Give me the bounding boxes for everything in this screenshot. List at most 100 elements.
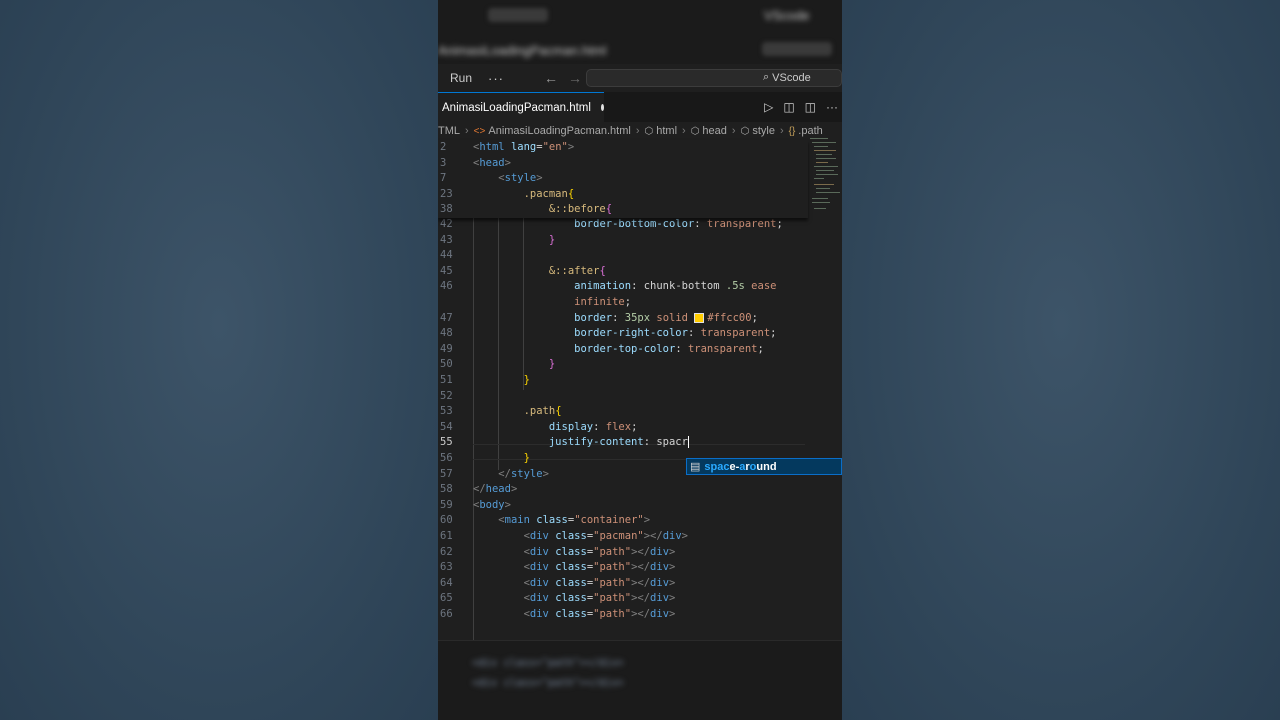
line-number: 61 [440,530,453,542]
line-code: <div class="path"></div> [523,561,676,574]
command-center-search[interactable]: ⌕ VScode [586,69,842,87]
line-code: justify-content: spacr [548,436,689,449]
line-number: 3 [440,156,447,169]
line-number: 63 [440,561,453,574]
sticky-scroll-header[interactable]: 2 <html lang="en"> 3 <head> 7 <style> 23 .pac… [438,140,808,218]
code-line[interactable]: 46 animation: chunk-bottom .5s ease [438,279,808,295]
code-line[interactable]: 43 } [438,233,808,249]
code-line[interactable]: infinite; [438,295,808,311]
editor-tab-bar: AnimasiLoadingPacman.html ▷ ◫ ◫ ··· [438,92,842,122]
run-play-icon[interactable]: ▷ [764,100,773,114]
line-number: 57 [440,467,453,480]
line-number: 42 [440,218,453,230]
code-line[interactable]: 61 <div class="pacman"></div> [438,529,808,545]
code-line[interactable]: 50 } [438,357,808,373]
blurred-tab-label: AnimasiLoadingPacman.html [438,43,607,58]
code-line[interactable]: 52 [438,389,808,405]
code-line[interactable]: 60 <main class="container"> [438,513,808,529]
element-cube-icon: ⬡ [644,125,654,137]
autocomplete-suggestion[interactable]: ▤ spac e-a r o und [686,458,842,475]
element-cube-icon: ⬡ [740,125,750,137]
line-number: 56 [440,452,453,464]
blurred-code-line: <div class="path"></div> [472,657,624,669]
code-line[interactable]: 64 <div class="path"></div> [438,576,808,592]
blurred-actions [762,42,832,56]
line-number: 50 [440,358,453,371]
code-line[interactable]: 53 .path{ [438,404,808,420]
breadcrumb-item-head[interactable]: head [702,125,726,137]
line-code: <div class="pacman"></div> [523,530,688,542]
breadcrumb-item-html[interactable]: html [656,125,677,137]
code-line[interactable]: 7 <style> [438,171,808,187]
blurred-search-label: VScode [764,8,810,23]
code-line[interactable]: 49 border-top-color: transparent; [438,342,808,358]
line-code: display: flex; [548,420,638,433]
line-code: <head> [473,156,511,169]
code-line[interactable]: 63 <div class="path"></div> [438,560,808,576]
code-line[interactable]: 47 border: 35px solid #ffcc00; [438,311,808,327]
line-number: 55 [440,436,453,449]
breadcrumb-item-style[interactable]: style [752,125,775,137]
more-actions-icon[interactable]: ··· [826,100,838,114]
chevron-right-icon: › [779,125,784,137]
line-number: 47 [440,311,453,324]
code-line[interactable]: 59 <body> [438,498,808,514]
line-number: 66 [440,608,453,620]
line-code: animation: chunk-bottom .5s ease [574,280,777,293]
line-code: </head> [473,483,518,496]
code-line[interactable]: 62 <div class="path"></div> [438,545,808,561]
code-line[interactable]: 3 <head> [438,156,808,172]
code-line[interactable]: 54 display: flex; [438,420,808,436]
line-number: 2 [440,141,447,153]
line-number: 43 [440,233,453,246]
split-editor-icon[interactable]: ◫ [805,100,816,114]
suggestion-match: o [749,460,757,473]
code-line[interactable]: 51 } [438,373,808,389]
code-line[interactable]: 2 <html lang="en"> [438,140,808,156]
code-line[interactable]: 65 <div class="path"></div> [438,591,808,607]
video-background-right [842,0,1280,720]
line-code: </style> [498,467,549,480]
line-number: 7 [440,172,447,185]
suggestion-text: e- [729,460,740,473]
breadcrumb-item-file[interactable]: AnimasiLoadingPacman.html [488,125,630,137]
blurred-code-line: <div class="path"></div> [472,677,624,689]
forward-arrow-icon[interactable]: → [568,70,582,86]
line-code: <div class="path"></div> [523,545,676,558]
run-menu[interactable]: Run [450,71,472,85]
code-line[interactable]: 45 &::after{ [438,264,808,280]
line-number: 44 [440,249,453,262]
open-preview-icon[interactable]: ◫ [783,100,794,114]
back-arrow-icon[interactable]: ← [544,70,558,86]
chevron-right-icon: › [731,125,736,137]
line-number: 54 [440,420,453,433]
code-line[interactable]: 44 [438,248,808,264]
line-number: 23 [440,187,453,200]
line-code: &::before{ [548,203,613,216]
line-number: 52 [440,389,453,402]
code-line[interactable]: 23 .pacman{ [438,187,808,203]
line-number: 48 [440,327,453,340]
line-code: border-right-color: transparent; [574,327,777,340]
suggestion-match: spac [704,460,730,473]
line-code: } [523,374,530,386]
blurred-nav [488,8,548,22]
code-line[interactable]: 66 <div class="path"></div> [438,607,808,623]
code-line-current[interactable]: 55 justify-content: spacr [438,435,808,451]
breadcrumb: TML › <> AnimasiLoadingPacman.html › ⬡ h… [438,122,842,140]
line-number: 46 [440,280,453,293]
code-line[interactable]: 42 border-bottom-color: transparent; [438,217,808,233]
code-editor[interactable]: 2 <html lang="en"> 3 <head> 7 <style> 23 .pac… [438,138,842,640]
line-code: border-top-color: transparent; [574,342,764,355]
code-line[interactable]: 58 </head> [438,482,808,498]
line-code: border: 35px solid #ffcc00; [574,311,758,324]
code-line[interactable]: 38 &::before{ [438,202,808,218]
code-line[interactable]: 48 border-right-color: transparent; [438,326,808,342]
line-code: <div class="path"></div> [523,608,676,620]
minimap[interactable] [808,136,842,226]
tab-animasi-loading-pacman[interactable]: AnimasiLoadingPacman.html [438,92,604,122]
element-cube-icon: ⬡ [690,125,700,137]
breadcrumb-item-folder[interactable]: TML [438,125,460,137]
unsaved-dot-icon[interactable] [600,104,604,111]
more-menu-icon[interactable]: ··· [488,71,504,86]
